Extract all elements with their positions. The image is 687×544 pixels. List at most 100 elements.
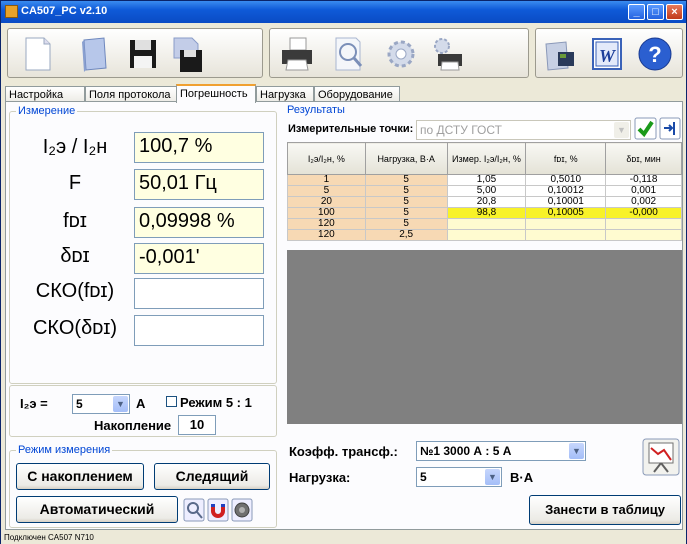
accumulate-button[interactable]: С накоплением (16, 463, 144, 490)
app-icon (5, 5, 18, 18)
current-select-value: 5 (76, 397, 83, 411)
preview-icon[interactable] (330, 34, 368, 74)
confirm-check-icon[interactable] (634, 117, 657, 140)
load-unit: В·А (510, 470, 534, 485)
toolbar-file-group (7, 28, 263, 78)
cell[interactable]: 0,001 (605, 185, 682, 197)
insert-row-icon[interactable] (659, 117, 681, 140)
cell[interactable]: 0,002 (605, 196, 682, 208)
results-table: I₂э/I₂н, % Нагрузка, В·А Измер. I₂э/I₂н,… (287, 142, 682, 241)
table-row-selected[interactable]: 100 5 98,8 0,10005 -0,000 (287, 207, 682, 219)
current-error-value: 0,09998 % (134, 207, 264, 238)
table-row[interactable]: 120 5 (287, 218, 682, 230)
cell[interactable]: 5 (364, 207, 448, 219)
tab-load[interactable]: Нагрузка (256, 86, 314, 102)
magnet-icon[interactable] (207, 498, 229, 522)
cell[interactable]: 5 (364, 185, 448, 197)
cell[interactable]: 0,10001 (525, 196, 607, 208)
add-to-table-button[interactable]: Занести в таблицу (529, 495, 681, 525)
cell[interactable] (605, 229, 682, 241)
word-export-icon[interactable]: W (588, 34, 626, 74)
load-select[interactable]: 5 ▼ (416, 467, 502, 487)
search-icon[interactable] (183, 498, 205, 522)
measurement-group-label: Измерение (16, 105, 78, 117)
mode-5-1-checkbox[interactable] (166, 396, 177, 407)
col-header-current-error[interactable]: fᴅɪ, % (525, 142, 607, 175)
printer-setup-icon[interactable] (428, 34, 466, 74)
device-icon[interactable] (540, 34, 578, 74)
new-document-icon[interactable] (18, 34, 56, 74)
table-row[interactable]: 1 5 1,05 0,5010 -0,118 (287, 174, 682, 186)
cell[interactable]: 5 (364, 218, 448, 230)
table-row[interactable]: 120 2,5 (287, 229, 682, 241)
chevron-down-icon: ▼ (485, 469, 500, 485)
load-label: Нагрузка: (289, 470, 351, 485)
points-label: Измерительные точки: (288, 123, 414, 135)
tab-equipment[interactable]: Оборудование (314, 86, 400, 102)
close-button[interactable]: × (666, 4, 683, 20)
accumulation-value: 10 (189, 417, 205, 432)
cell[interactable] (605, 218, 682, 230)
cell[interactable]: -0,000 (605, 207, 682, 219)
toolbar-help-group: W ? (535, 28, 683, 78)
settings-gear-icon[interactable] (382, 34, 420, 74)
tab-settings[interactable]: Настройка (5, 86, 85, 102)
save-as-icon[interactable] (168, 34, 206, 74)
status-bar: Подключен CA507 N710 (1, 531, 686, 544)
cell[interactable]: 100 (287, 207, 366, 219)
chevron-down-icon: ▼ (569, 443, 584, 459)
cell[interactable]: 5 (364, 174, 448, 186)
cell[interactable]: 120 (287, 229, 366, 241)
cell[interactable]: 1 (287, 174, 366, 186)
col-header-ratio[interactable]: I₂э/I₂н, % (287, 142, 366, 175)
maximize-button[interactable]: □ (647, 4, 664, 20)
toolbar: W ? (1, 23, 686, 83)
current-select[interactable]: 5 ▼ (72, 394, 130, 414)
frequency-label: F (68, 172, 82, 194)
help-icon[interactable]: ? (636, 34, 674, 74)
ratio-value: 100,7 % (134, 132, 264, 163)
table-row[interactable]: 5 5 5,00 0,10012 0,001 (287, 185, 682, 197)
coeff-select[interactable]: №1 3000 А : 5 А ▼ (416, 441, 586, 461)
title-bar[interactable]: CA507_PC v2.10 _ □ × (1, 1, 686, 23)
cell[interactable] (446, 218, 527, 230)
cell[interactable]: 120 (287, 218, 366, 230)
accumulation-input[interactable]: 10 (178, 415, 216, 435)
cell[interactable]: 20,8 (446, 196, 527, 208)
chart-board-icon[interactable] (642, 438, 680, 476)
save-icon[interactable] (124, 34, 162, 74)
table-row[interactable]: 20 5 20,8 0,10001 0,002 (287, 196, 682, 208)
col-header-measured[interactable]: Измер. I₂э/I₂н, % (446, 142, 527, 175)
cell[interactable]: 5 (364, 196, 448, 208)
stop-icon[interactable] (231, 498, 253, 522)
tab-protocol-fields[interactable]: Поля протокола (85, 86, 177, 102)
open-book-icon[interactable] (76, 34, 114, 74)
cell[interactable]: 98,8 (446, 207, 527, 219)
cell[interactable] (525, 229, 607, 241)
follow-button[interactable]: Следящий (154, 463, 270, 490)
status-text: Подключен CA507 N710 (4, 533, 94, 542)
cell[interactable]: 2,5 (364, 229, 448, 241)
cell[interactable] (525, 218, 607, 230)
col-header-phase-error[interactable]: δᴅɪ, мин (605, 142, 682, 175)
cell[interactable]: 0,10012 (525, 185, 607, 197)
current-unit: А (136, 396, 146, 411)
table-empty-area (287, 250, 682, 424)
cell[interactable]: 5,00 (446, 185, 527, 197)
cell[interactable]: 1,05 (446, 174, 527, 186)
sko-current-value (134, 278, 264, 309)
automatic-button[interactable]: Автоматический (16, 496, 178, 523)
cell[interactable]: 5 (287, 185, 366, 197)
cell[interactable]: 20 (287, 196, 366, 208)
print-icon[interactable] (278, 34, 316, 74)
cell[interactable] (446, 229, 527, 241)
phase-error-label: δᴅɪ (60, 245, 90, 267)
cell[interactable]: -0,118 (605, 174, 682, 186)
cell[interactable]: 0,5010 (525, 174, 607, 186)
tab-error[interactable]: Погрешность (176, 84, 256, 103)
minimize-button[interactable]: _ (628, 4, 645, 20)
tab-page-error: Измерение I₂э / I₂н 100,7 % F 50,01 Гц f… (5, 101, 683, 530)
measurement-group: Измерение I₂э / I₂н 100,7 % F 50,01 Гц f… (9, 105, 277, 384)
col-header-load[interactable]: Нагрузка, В·А (364, 142, 448, 175)
cell[interactable]: 0,10005 (525, 207, 607, 219)
